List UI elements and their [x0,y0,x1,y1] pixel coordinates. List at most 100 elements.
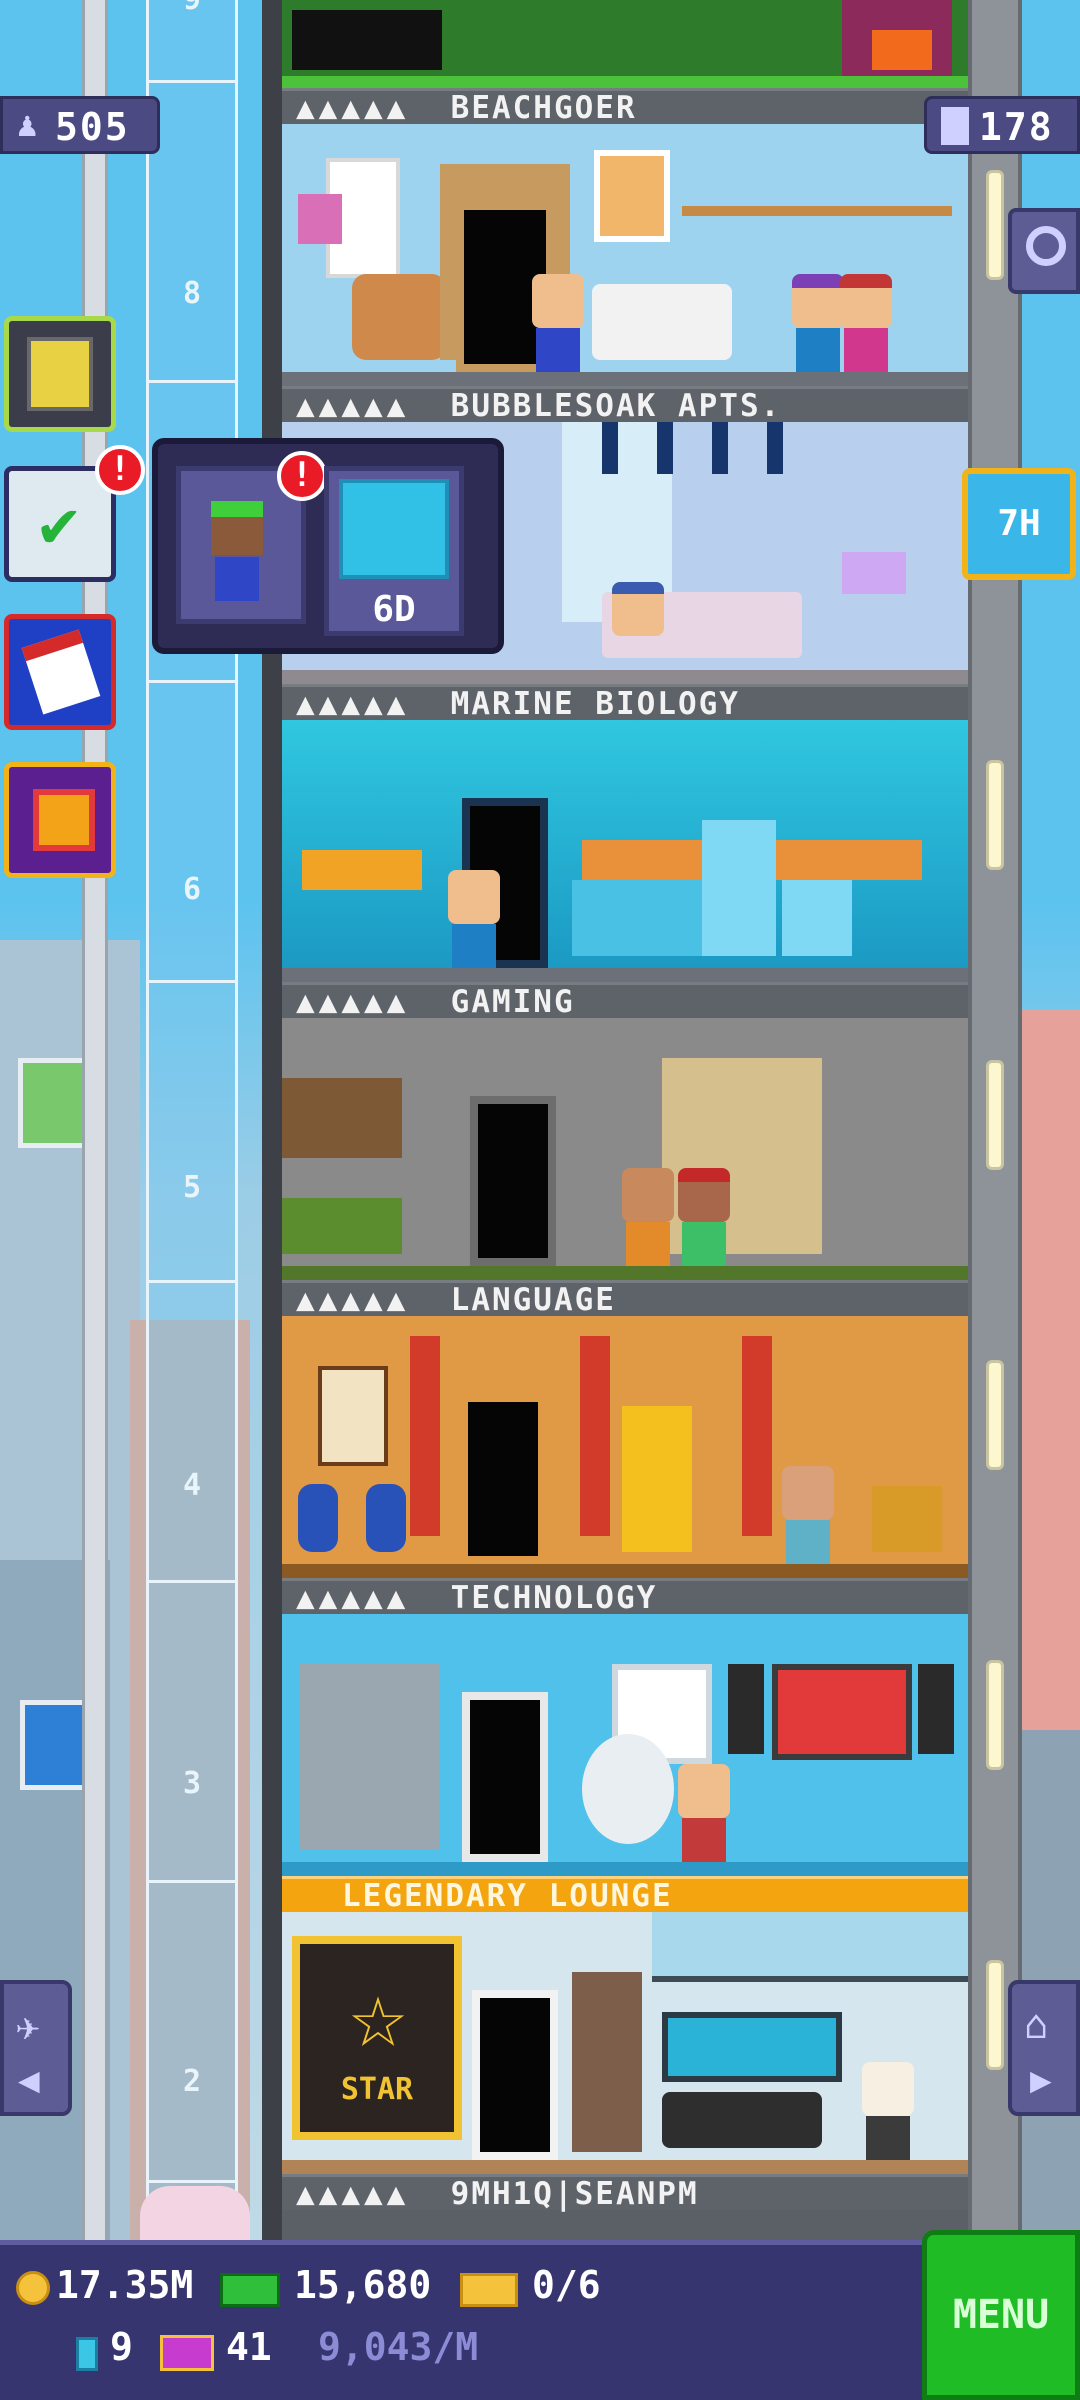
speaker [728,1664,764,1754]
alert-mark: ! [109,449,131,489]
hieroglyph-scroll [318,1366,388,1466]
aquarium [662,2012,842,2082]
tv-screen [772,1664,912,1760]
search-button[interactable] [1008,208,1080,294]
bitizen-nav-left-button[interactable]: ✈ ◀ [0,1980,72,2116]
billboard-computer [20,1700,90,1790]
timer-label: 7H [997,503,1041,544]
bitizen-avatar [211,501,263,555]
shaft-tick [146,380,238,383]
bitizen[interactable] [782,1466,834,1564]
ceiling-light [657,422,673,474]
bitizen[interactable] [448,870,500,968]
calendar-button[interactable] [4,614,116,730]
coin-icon [16,2271,50,2305]
floor-technology[interactable]: ▲▲▲▲▲ TECHNOLOGY [282,1578,968,1876]
grass-block [282,1198,402,1254]
gift-icon [33,789,95,851]
floor-name: BEACHGOER [450,90,637,126]
shaft-floor-number: 2 [182,2064,202,2099]
armchair [352,274,446,360]
bitizen[interactable] [532,274,584,372]
floor-base [282,1564,968,1578]
calendar-icon [21,629,101,715]
wall-shelf [682,206,952,216]
shaft-glass [146,0,238,2240]
shaft-floor-number: 5 [182,1170,202,1205]
floor-stars: ▲▲▲▲▲ [296,984,410,1020]
bitizen[interactable] [862,2062,914,2160]
alert-badge: ! [277,451,327,501]
ceiling-light [602,422,618,474]
door [472,1990,558,2160]
vase [298,1484,338,1552]
door [460,1394,546,1564]
shaft-tick [146,1580,238,1583]
building-icon [941,107,969,145]
lamp-pink [298,194,342,244]
coins-value: 17.35M [56,2263,194,2307]
floor-room [282,720,968,982]
tower-left-edge [262,0,282,2240]
floor-marine-biology[interactable]: ▲▲▲▲▲ MARINE BIOLOGY [282,684,968,982]
bitizen-avatar-body [215,557,259,601]
red-pillar [742,1336,772,1536]
home-nav-right-button[interactable]: ⌂ ▶ [1008,1980,1080,2116]
bitizen[interactable] [792,274,844,372]
floor-room [282,1018,968,1280]
floor-base [282,1266,968,1280]
floor-language[interactable]: ▲▲▲▲▲ LANGUAGE [282,1280,968,1578]
floor-label: ▲▲▲▲▲ BUBBLESOAK APTS. [282,386,968,423]
billboard-fries [18,1058,88,1148]
floor-above-room[interactable] [282,0,968,88]
floor-base [282,670,968,684]
token-icon [76,2337,98,2371]
dirt-block [282,1078,402,1158]
magnifier-icon [1026,226,1066,266]
floors-counter[interactable]: 178 [924,96,1080,154]
timer-button[interactable]: 7H [962,468,1076,580]
gift-button[interactable] [4,762,116,878]
glass-roof [652,1912,968,1982]
egg-chair [582,1734,674,1844]
missions-button[interactable]: ✔ ! [4,445,145,582]
floor-gaming[interactable]: ▲▲▲▲▲ GAMING [282,982,968,1280]
quest-card[interactable]: 6D [324,466,464,636]
sofa [592,284,732,360]
floor-lobby[interactable]: ▲▲▲▲▲ 9MH1Q|SEANPM [282,2174,968,2240]
floor-beachgoer[interactable]: ▲▲▲▲▲ BEACHGOER [282,88,968,386]
bitizen[interactable] [678,1764,730,1862]
golden-ticket-icon [460,2273,518,2307]
floor-room [282,124,968,386]
floor-legendary-lounge[interactable]: LEGENDARY LOUNGE ☆ STAR [282,1876,968,2174]
menu-button[interactable]: MENU [922,2230,1080,2400]
population-counter[interactable]: ♟ 505 [0,96,160,154]
bitizen-nav-left-icon: ✈ [16,2004,41,2050]
elevator-button[interactable] [4,316,116,432]
bitizen[interactable] [678,1168,730,1266]
floor-name: LANGUAGE [450,1282,616,1318]
visitor-popup[interactable]: ! 6D [152,438,504,654]
pyramid-chest [872,1486,942,1552]
ceiling-light [767,422,783,474]
bitizen[interactable] [612,582,664,636]
bitizen[interactable] [840,274,892,372]
floor-label: ▲▲▲▲▲ GAMING [282,982,968,1020]
wall-lamp [986,170,1004,280]
bitizen[interactable] [622,1168,674,1266]
ceiling-light [712,422,728,474]
speaker [918,1664,954,1754]
shaft-tick [146,80,238,83]
elevator-building-icon [27,337,93,411]
floor-name: LEGENDARY LOUNGE [342,1878,673,1914]
vip-value: 41 [226,2325,272,2369]
shaft-tick [146,1880,238,1883]
shaft-tick [146,2180,238,2183]
game-screen: 9 8 7 6 5 4 3 2 ▲▲▲▲▲ BEACHGOER [0,0,1080,2400]
bux-icon [220,2273,280,2307]
wall-lamp [986,1960,1004,2070]
visitor-card[interactable]: ! [176,451,327,624]
door [470,1096,556,1266]
door [462,1692,548,1862]
floor-name: TECHNOLOGY [450,1580,658,1616]
